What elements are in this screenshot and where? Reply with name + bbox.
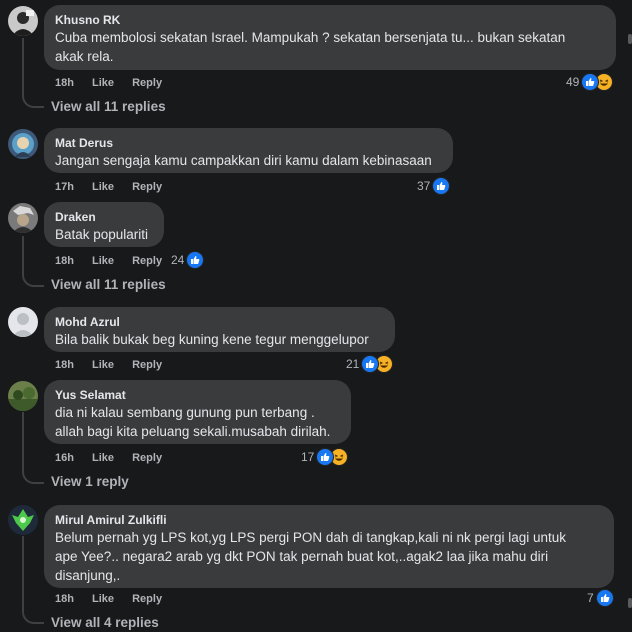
comment-bubble: Yus Selamat dia ni kalau sembang gunung … [44, 380, 351, 444]
reaction-summary[interactable]: 7 [587, 589, 614, 607]
reply-button[interactable]: Reply [132, 181, 162, 193]
comment-bubble: Mirul Amirul Zulkifli Belum pernah yg LP… [44, 505, 614, 588]
comment-author[interactable]: Khusno RK [55, 13, 604, 28]
view-replies-link[interactable]: View all 11 replies [51, 99, 166, 114]
reply-button[interactable]: Reply [132, 255, 162, 267]
comment-time[interactable]: 18h [55, 593, 74, 605]
like-icon [595, 589, 614, 607]
view-replies-link[interactable]: View 1 reply [51, 474, 129, 489]
comment-time[interactable]: 18h [55, 359, 74, 371]
comment-time[interactable]: 16h [55, 452, 74, 464]
thread-line [22, 236, 44, 287]
comment-actions: 18h Like Reply [55, 76, 177, 90]
comment-author[interactable]: Mat Derus [55, 136, 441, 151]
avatar[interactable] [8, 381, 38, 411]
like-button[interactable]: Like [92, 452, 114, 464]
like-button[interactable]: Like [92, 359, 114, 371]
thread-line [22, 412, 44, 484]
comment-actions: 18h Like Reply [55, 592, 177, 606]
comment-text: Belum pernah yg LPS kot,yg LPS pergi PON… [55, 530, 567, 583]
reply-button[interactable]: Reply [132, 452, 162, 464]
comment-text: Jangan sengaja kamu campakkan diri kamu … [55, 153, 432, 168]
comment-actions: 18h Like Reply [55, 254, 177, 268]
like-button[interactable]: Like [92, 181, 114, 193]
reaction-summary[interactable]: 37 [417, 177, 451, 195]
comment-text: Cuba membolosi sekatan Israel. Mampukah … [55, 30, 566, 64]
comment-time[interactable]: 17h [55, 181, 74, 193]
reaction-summary[interactable]: 24 [171, 251, 205, 269]
comment-time[interactable]: 18h [55, 77, 74, 89]
comment-bubble: Draken Batak populariti [44, 202, 164, 247]
avatar[interactable] [8, 307, 38, 337]
reaction-count: 7 [587, 591, 594, 605]
comment-text: dia ni kalau sembang gunung pun terbang … [55, 405, 331, 439]
reaction-count: 17 [301, 450, 315, 464]
like-icon [432, 177, 451, 195]
like-button[interactable]: Like [92, 593, 114, 605]
like-button[interactable]: Like [92, 255, 114, 267]
comment-author[interactable]: Draken [55, 210, 152, 225]
like-button[interactable]: Like [92, 77, 114, 89]
comment-bubble: Mat Derus Jangan sengaja kamu campakkan … [44, 128, 453, 173]
avatar[interactable] [8, 203, 38, 233]
reaction-count: 21 [346, 357, 360, 371]
comment-author[interactable]: Mirul Amirul Zulkifli [55, 513, 602, 528]
comment-actions: 18h Like Reply [55, 358, 177, 372]
avatar[interactable] [8, 505, 38, 535]
reaction-summary[interactable]: 49 [566, 73, 614, 91]
reaction-summary[interactable]: 21 [346, 355, 394, 373]
reaction-count: 24 [171, 253, 185, 267]
reply-button[interactable]: Reply [132, 359, 162, 371]
comment-actions: 17h Like Reply [55, 180, 177, 194]
view-replies-link[interactable]: View all 4 replies [51, 615, 159, 630]
thread-line [22, 38, 44, 108]
comment-author[interactable]: Yus Selamat [55, 388, 339, 403]
reply-button[interactable]: Reply [132, 593, 162, 605]
reaction-summary[interactable]: 17 [301, 448, 349, 466]
reaction-count: 49 [566, 75, 580, 89]
like-icon [186, 251, 205, 269]
avatar[interactable] [8, 6, 38, 36]
reaction-count: 37 [417, 179, 431, 193]
scrollbar[interactable] [626, 0, 632, 632]
comment-bubble: Khusno RK Cuba membolosi sekatan Israel.… [44, 5, 616, 70]
comment-actions: 16h Like Reply [55, 451, 177, 465]
comment-text: Bila balik bukak beg kuning kene tegur m… [55, 332, 369, 347]
comment-time[interactable]: 18h [55, 255, 74, 267]
view-replies-link[interactable]: View all 11 replies [51, 277, 166, 292]
avatar[interactable] [8, 129, 38, 159]
reply-button[interactable]: Reply [132, 77, 162, 89]
thread-line [22, 536, 44, 624]
comment-text: Batak populariti [55, 227, 149, 242]
comment-bubble: Mohd Azrul Bila balik bukak beg kuning k… [44, 307, 395, 352]
comment-author[interactable]: Mohd Azrul [55, 315, 383, 330]
